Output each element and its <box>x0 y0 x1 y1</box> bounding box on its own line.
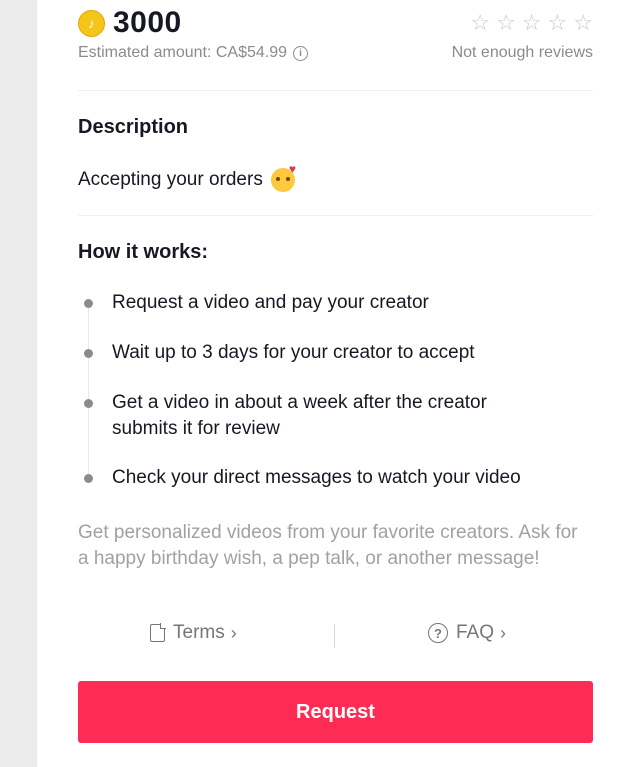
how-it-works-title: How it works: <box>78 241 209 263</box>
star-icon: ☆ <box>470 10 491 35</box>
faq-label: FAQ <box>456 622 495 643</box>
document-icon <box>150 623 166 642</box>
faq-link[interactable]: ? FAQ › <box>428 622 506 644</box>
smiling-face-with-hearts-icon: ♥ <box>270 163 296 192</box>
chevron-right-icon: › <box>500 622 507 643</box>
description-text: Accepting your orders ♥ <box>78 163 296 192</box>
coin-price: ♪ 3000 <box>78 6 182 40</box>
star-icon: ☆ <box>521 10 542 35</box>
step-item: Wait up to 3 days for your creator to ac… <box>78 340 593 366</box>
bullet-dot-icon <box>84 474 93 483</box>
chevron-right-icon: › <box>230 622 237 643</box>
description-title: Description <box>78 116 189 138</box>
step-text: Check your direct messages to watch your… <box>112 467 521 488</box>
coin-amount: 3000 <box>113 6 182 39</box>
footer-links: Terms › ? FAQ › <box>78 622 593 650</box>
links-separator <box>334 624 335 648</box>
bullet-dot-icon <box>84 299 93 308</box>
description-body: Accepting your orders <box>78 169 263 190</box>
step-text: Wait up to 3 days for your creator to ac… <box>112 342 475 363</box>
estimated-amount-text: Estimated amount: CA$54.99 <box>78 44 288 61</box>
tiktok-coin-icon: ♪ <box>78 9 105 37</box>
star-icon: ☆ <box>496 10 516 35</box>
star-icon: ☆ <box>547 10 568 35</box>
step-text: Request a video and pay your creator <box>112 292 429 313</box>
step-text: Get a video in about a week after the cr… <box>112 392 487 439</box>
info-icon[interactable]: i <box>293 45 309 61</box>
divider <box>78 215 593 216</box>
request-panel: ♪ 3000 ☆ ☆ ☆ ☆ ☆ Estimated amount: CA$54… <box>36 0 630 767</box>
bullet-dot-icon <box>84 399 93 408</box>
reviews-status: Not enough reviews <box>451 44 593 61</box>
request-button[interactable]: Request <box>78 681 593 743</box>
step-item: Request a video and pay your creator <box>78 290 593 316</box>
bullet-dot-icon <box>84 349 93 358</box>
rating-stars: ☆ ☆ ☆ ☆ ☆ <box>470 12 593 34</box>
divider <box>78 90 593 91</box>
step-item: Check your direct messages to watch your… <box>78 465 593 491</box>
estimated-amount: Estimated amount: CA$54.99 i <box>78 44 309 62</box>
step-item: Get a video in about a week after the cr… <box>78 390 593 442</box>
promo-text: Get personalized videos from your favori… <box>78 522 578 569</box>
question-circle-icon: ? <box>428 623 448 643</box>
terms-link[interactable]: Terms › <box>150 622 237 644</box>
star-icon: ☆ <box>573 10 593 35</box>
terms-label: Terms <box>173 622 225 643</box>
